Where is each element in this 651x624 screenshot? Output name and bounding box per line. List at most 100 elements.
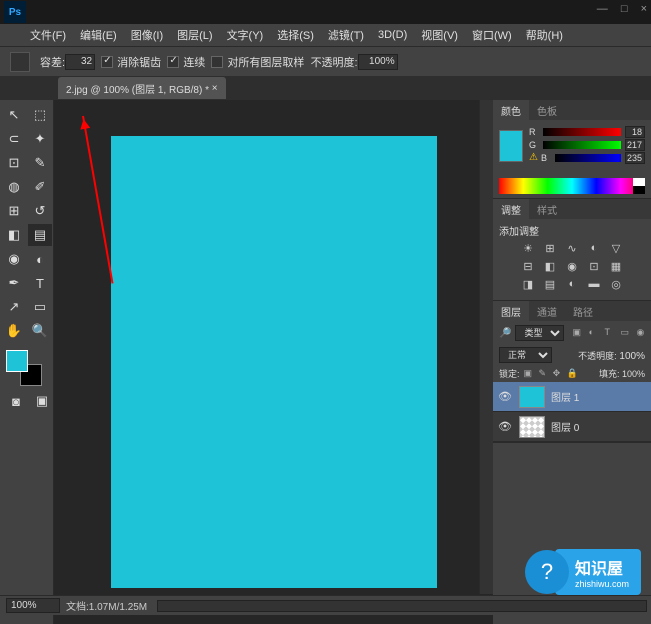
foreground-color[interactable]	[6, 350, 28, 372]
move-tool[interactable]: ↖	[2, 104, 26, 126]
blur-tool[interactable]: ◉	[2, 248, 26, 270]
crop-tool[interactable]: ⊡	[2, 152, 26, 174]
filter-shape-icon[interactable]: ▭	[620, 327, 632, 339]
filter-pixel-icon[interactable]: ▣	[572, 327, 584, 339]
eyedropper-tool[interactable]: ✎	[28, 152, 52, 174]
threshold-icon[interactable]: ◐	[564, 278, 580, 292]
posterize-icon[interactable]: ▤	[542, 278, 558, 292]
filter-smart-icon[interactable]: ◉	[636, 327, 648, 339]
fill-value[interactable]: 100%	[622, 369, 645, 379]
lasso-tool[interactable]: ⊂	[2, 128, 26, 150]
pen-tool[interactable]: ✒	[2, 272, 26, 294]
visibility-icon[interactable]: 👁	[497, 420, 513, 433]
layer-thumbnail[interactable]	[519, 386, 545, 408]
filter-type-icon[interactable]: T	[604, 327, 616, 339]
close-button[interactable]: ×	[641, 3, 647, 15]
menu-image[interactable]: 图像(I)	[131, 27, 163, 43]
layer-opacity-value[interactable]: 100%	[619, 351, 645, 362]
menu-help[interactable]: 帮助(H)	[526, 27, 563, 43]
r-slider[interactable]	[543, 128, 621, 136]
g-value[interactable]: 217	[625, 139, 645, 151]
vertical-scrollbar[interactable]	[479, 100, 493, 594]
sample-all-checkbox[interactable]	[211, 56, 223, 68]
lock-trans-icon[interactable]: ▣	[524, 368, 533, 378]
layer-item[interactable]: 👁 图层 1	[493, 382, 651, 412]
photo-filter-icon[interactable]: ◉	[564, 260, 580, 274]
tolerance-input[interactable]	[65, 54, 95, 70]
tab-paths[interactable]: 路径	[565, 301, 601, 321]
menu-filter[interactable]: 滤镜(T)	[328, 27, 364, 43]
filter-adjust-icon[interactable]: ◐	[588, 327, 600, 339]
layer-name[interactable]: 图层 0	[551, 419, 579, 434]
menu-layer[interactable]: 图层(L)	[177, 27, 212, 43]
gradient-map-icon[interactable]: ▬	[586, 278, 602, 292]
menu-window[interactable]: 窗口(W)	[472, 27, 512, 43]
tab-swatches[interactable]: 色板	[529, 100, 565, 120]
gradient-tool[interactable]: ▤	[28, 224, 52, 246]
visibility-icon[interactable]: 👁	[497, 390, 513, 403]
zoom-input[interactable]	[6, 598, 60, 613]
filter-kind-select[interactable]: 类型	[515, 325, 564, 341]
exposure-icon[interactable]: ◐	[586, 242, 602, 256]
tab-styles[interactable]: 样式	[529, 199, 565, 219]
lock-pos-icon[interactable]: ✥	[553, 368, 561, 378]
gamut-warning-icon[interactable]: ⚠	[529, 152, 541, 164]
tab-channels[interactable]: 通道	[529, 301, 565, 321]
brightness-icon[interactable]: ☀	[520, 242, 536, 256]
spectrum-ramp[interactable]	[499, 178, 645, 194]
history-brush-tool[interactable]: ↺	[28, 200, 52, 222]
canvas[interactable]	[111, 136, 437, 588]
antialias-checkbox[interactable]	[101, 56, 113, 68]
eraser-tool[interactable]: ◧	[2, 224, 26, 246]
b-value[interactable]: 235	[625, 152, 645, 164]
horizontal-scrollbar[interactable]	[157, 600, 647, 612]
levels-icon[interactable]: ⊞	[542, 242, 558, 256]
curves-icon[interactable]: ∿	[564, 242, 580, 256]
layer-thumbnail[interactable]	[519, 416, 545, 438]
menu-3d[interactable]: 3D(D)	[378, 29, 407, 41]
shape-tool[interactable]: ▭	[28, 296, 52, 318]
selective-icon[interactable]: ◎	[608, 278, 624, 292]
heal-tool[interactable]: ◍	[2, 176, 26, 198]
bw-icon[interactable]: ◧	[542, 260, 558, 274]
menu-file[interactable]: 文件(F)	[30, 27, 66, 43]
minimize-button[interactable]: —	[597, 3, 608, 15]
contiguous-checkbox[interactable]	[167, 56, 179, 68]
menu-edit[interactable]: 编辑(E)	[80, 27, 117, 43]
marquee-tool[interactable]: ⬚	[28, 104, 52, 126]
layer-name[interactable]: 图层 1	[551, 389, 579, 404]
dodge-tool[interactable]: ◐	[28, 248, 52, 270]
stamp-tool[interactable]: ⊞	[2, 200, 26, 222]
wand-tool[interactable]: ✦	[28, 128, 52, 150]
tab-close-icon[interactable]: ×	[212, 83, 218, 94]
tab-layers[interactable]: 图层	[493, 301, 529, 321]
screenmode-button[interactable]: ▣	[30, 390, 54, 412]
invert-icon[interactable]: ◨	[520, 278, 536, 292]
tab-color[interactable]: 颜色	[493, 100, 529, 120]
tab-adjustments[interactable]: 调整	[493, 199, 529, 219]
lock-all-icon[interactable]: 🔒	[567, 368, 578, 378]
canvas-area[interactable]	[54, 100, 493, 624]
menu-view[interactable]: 视图(V)	[421, 27, 458, 43]
g-slider[interactable]	[543, 141, 621, 149]
document-tab[interactable]: 2.jpg @ 100% (图层 1, RGB/8) * ×	[58, 77, 226, 99]
bucket-tool-icon[interactable]	[10, 52, 30, 72]
type-tool[interactable]: T	[28, 272, 52, 294]
b-slider[interactable]	[555, 154, 621, 162]
color-preview[interactable]	[499, 130, 523, 162]
r-value[interactable]: 18	[625, 126, 645, 138]
blend-mode-select[interactable]: 正常	[499, 347, 552, 363]
maximize-button[interactable]: □	[621, 3, 628, 15]
lookup-icon[interactable]: ▦	[608, 260, 624, 274]
menu-select[interactable]: 选择(S)	[277, 27, 314, 43]
mixer-icon[interactable]: ⊡	[586, 260, 602, 274]
quickmask-button[interactable]: ◙	[4, 390, 28, 412]
brush-tool[interactable]: ✐	[28, 176, 52, 198]
hue-icon[interactable]: ⊟	[520, 260, 536, 274]
vibrance-icon[interactable]: ▽	[608, 242, 624, 256]
menu-type[interactable]: 文字(Y)	[227, 27, 264, 43]
zoom-tool[interactable]: 🔍	[28, 320, 52, 342]
lock-pixels-icon[interactable]: ✎	[539, 368, 547, 378]
hand-tool[interactable]: ✋	[2, 320, 26, 342]
opacity-input[interactable]	[358, 54, 398, 70]
